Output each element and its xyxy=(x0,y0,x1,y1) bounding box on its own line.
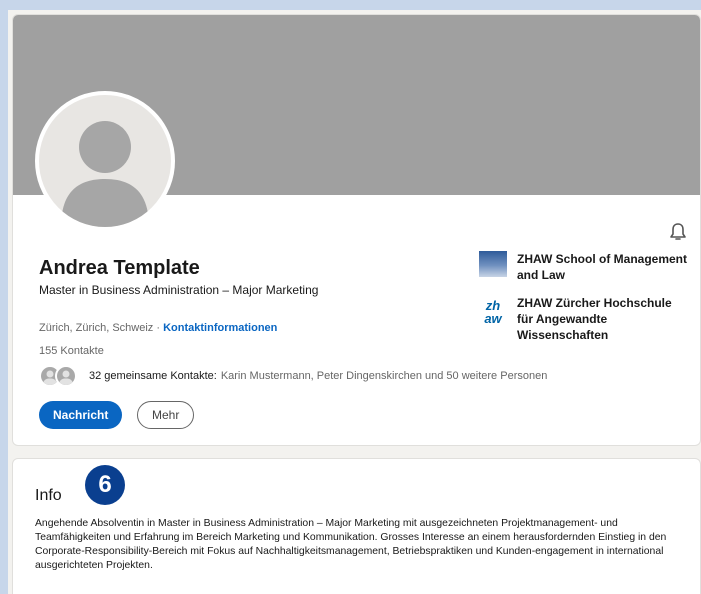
info-text: Angehende Absolventin in Master in Busin… xyxy=(35,518,667,571)
message-button[interactable]: Nachricht xyxy=(39,401,123,429)
mutual-connections[interactable]: 32 gemeinsame Kontakte: Karin Mustermann… xyxy=(39,365,547,387)
mutual-names: Karin Mustermann, Peter Dingenskirchen u… xyxy=(220,370,548,382)
profile-avatar[interactable] xyxy=(35,91,175,231)
profile-card: Andrea Template Master in Business Admin… xyxy=(12,14,701,446)
zhaw-logo-icon: zh aw xyxy=(484,298,502,326)
education-item-zhaw[interactable]: zh aw ZHAW Zürcher Hochschule für Angewan… xyxy=(479,295,687,343)
education-name: ZHAW Zürcher Hochschule für Angewandte W… xyxy=(517,296,672,342)
profile-headline: Master in Business Administration – Majo… xyxy=(39,283,319,297)
zhaw-building-logo-icon xyxy=(479,251,507,277)
mutual-avatars xyxy=(39,365,81,387)
connections-count[interactable]: 155 Kontakte xyxy=(39,345,104,357)
mutual-avatar xyxy=(55,365,77,387)
profile-location: Zürich, Zürich, Schweiz · Kontaktinforma… xyxy=(39,322,277,334)
education-item-zhaw-sml[interactable]: ZHAW School of Management and Law xyxy=(479,251,687,283)
bell-icon[interactable] xyxy=(667,221,689,243)
education-name: ZHAW School of Management and Law xyxy=(517,252,688,282)
profile-name: Andrea Template xyxy=(39,257,200,279)
info-card: Info 6 Angehende Absolventin in Master i… xyxy=(12,458,701,594)
contact-info-link[interactable]: Kontaktinformationen xyxy=(163,322,277,334)
info-title: Info xyxy=(35,487,62,504)
mutual-count: 32 gemeinsame Kontakte: xyxy=(89,370,217,382)
avatar-placeholder-icon xyxy=(61,121,149,227)
more-button[interactable]: Mehr xyxy=(137,401,195,429)
location-text: Zürich, Zürich, Schweiz · xyxy=(39,322,164,334)
step-badge: 6 xyxy=(85,465,125,505)
profile-page: Andrea Template Master in Business Admin… xyxy=(8,10,701,594)
